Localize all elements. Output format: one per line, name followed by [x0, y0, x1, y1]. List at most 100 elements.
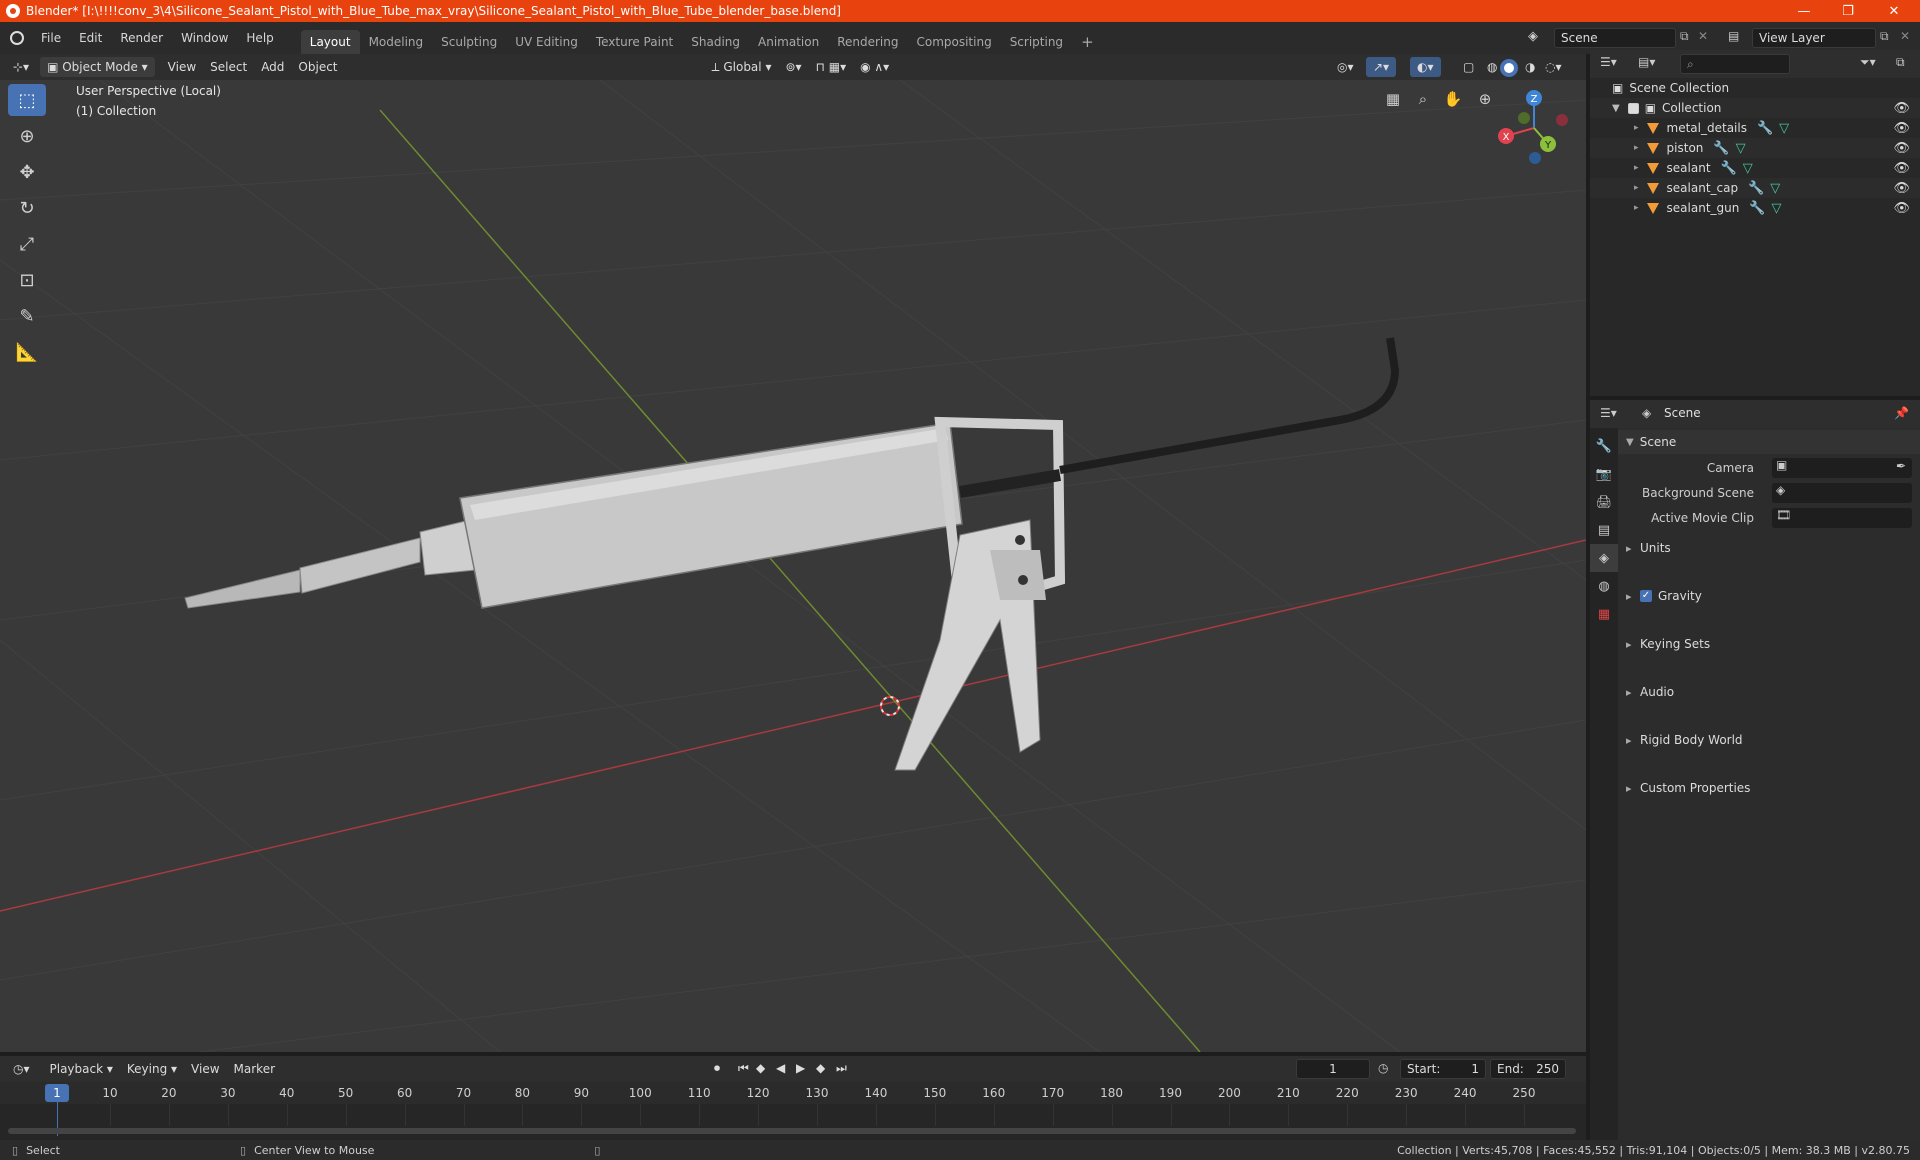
gizmo-toggle-icon[interactable]: ↗▾	[1366, 57, 1397, 77]
collection-checkbox[interactable]	[1627, 102, 1639, 114]
mesh-data-icon[interactable]: ▽	[1779, 121, 1789, 136]
preview-range-icon[interactable]: ◷	[1378, 1061, 1388, 1075]
start-frame-field[interactable]: Start: 1	[1400, 1059, 1486, 1079]
eye-icon[interactable]: 👁	[1893, 141, 1910, 156]
expand-arrow-icon[interactable]: ▸	[1634, 123, 1639, 133]
eye-icon[interactable]: 👁	[1893, 201, 1910, 216]
ortho-toggle-icon[interactable]: ▦	[1380, 86, 1406, 112]
tree-item-object[interactable]: ▸ sealant_cap 🔧 ▽ 👁	[1590, 178, 1920, 198]
jump-keyframe-back-icon[interactable]: ◆	[756, 1061, 765, 1075]
new-collection-icon[interactable]: ⧉	[1896, 55, 1905, 70]
timeline-view-menu[interactable]: View	[184, 1059, 226, 1079]
tree-item-object[interactable]: ▸ piston 🔧 ▽ 👁	[1590, 138, 1920, 158]
camera-view-icon[interactable]: ⌕	[1410, 86, 1436, 112]
display-mode-icon[interactable]: ▤▾	[1638, 55, 1655, 69]
scale-tool-icon[interactable]: ⤢	[8, 228, 46, 260]
orientation-dropdown[interactable]: ⟂ Global ▾	[705, 57, 779, 77]
filter-icon[interactable]: ⏷▾	[1860, 55, 1876, 70]
eye-icon[interactable]: 👁	[1893, 101, 1910, 116]
viewport-menu-view[interactable]: View	[161, 57, 203, 77]
menu-help[interactable]: Help	[237, 22, 282, 54]
move-tool-icon[interactable]: ✥	[8, 156, 46, 188]
tab-uv-editing[interactable]: UV Editing	[506, 30, 587, 54]
scene-icon[interactable]: ◈	[1528, 29, 1538, 44]
gravity-panel[interactable]: ✓ Gravity	[1618, 584, 1920, 608]
modifier-wrench-icon[interactable]: 🔧	[1721, 161, 1737, 176]
expand-arrow-icon[interactable]: ▸	[1634, 143, 1639, 153]
sealant-gun-model[interactable]	[184, 337, 1400, 771]
proportional-edit-icon[interactable]: ◉ ∧▾	[853, 57, 896, 77]
tab-modeling[interactable]: Modeling	[360, 30, 433, 54]
snap-icon[interactable]: ⊓ ▦▾	[809, 57, 854, 77]
mesh-data-icon[interactable]: ▽	[1772, 201, 1782, 216]
jump-end-icon[interactable]: ⏭	[836, 1061, 847, 1076]
object-mode-dropdown[interactable]: ▣ Object Mode ▾	[40, 57, 155, 77]
annotate-tool-icon[interactable]: ✎	[8, 300, 46, 332]
eyedropper-icon[interactable]: ✒	[1896, 459, 1906, 473]
render-tab-icon[interactable]: 📷	[1590, 460, 1618, 488]
rendered-shading-icon[interactable]: ◌▾	[1538, 57, 1569, 77]
jump-start-icon[interactable]: ⏮	[738, 1061, 749, 1076]
pan-hand-icon[interactable]: ✋	[1440, 86, 1466, 112]
modifier-wrench-icon[interactable]: 🔧	[1713, 141, 1729, 156]
measure-tool-icon[interactable]: 📐	[8, 336, 46, 368]
delete-scene-icon[interactable]: ✕	[1698, 29, 1708, 43]
overlays-toggle-icon[interactable]: ◐▾	[1410, 57, 1441, 77]
view-layer-selector[interactable]: View Layer	[1752, 28, 1876, 48]
current-frame-field[interactable]: 1	[1296, 1059, 1370, 1079]
audio-panel[interactable]: Audio	[1618, 680, 1920, 704]
expand-arrow-icon[interactable]: ▸	[1634, 183, 1639, 193]
mesh-data-icon[interactable]: ▽	[1736, 141, 1746, 156]
transform-tool-icon[interactable]: ⊡	[8, 264, 46, 296]
eye-icon[interactable]: 👁	[1893, 161, 1910, 176]
eye-icon[interactable]: 👁	[1893, 121, 1910, 136]
units-panel[interactable]: Units	[1618, 536, 1920, 560]
tab-compositing[interactable]: Compositing	[907, 30, 1000, 54]
world-tab-icon[interactable]: ◍	[1590, 572, 1618, 600]
keying-sets-panel[interactable]: Keying Sets	[1618, 632, 1920, 656]
rigid-body-world-panel[interactable]: Rigid Body World	[1618, 728, 1920, 752]
modifier-wrench-icon[interactable]: 🔧	[1749, 201, 1765, 216]
gravity-checkbox[interactable]: ✓	[1640, 590, 1652, 602]
select-box-tool-icon[interactable]: ⬚	[8, 84, 46, 116]
menu-window[interactable]: Window	[172, 22, 237, 54]
camera-field[interactable]: ▣ ✒	[1772, 458, 1912, 478]
close-button[interactable]: ✕	[1872, 0, 1916, 22]
navigation-gizmo[interactable]: Z X Y	[1492, 86, 1572, 166]
tab-sculpting[interactable]: Sculpting	[432, 30, 506, 54]
timeline-editor-type-icon[interactable]: ◷▾	[6, 1059, 37, 1079]
collapse-arrow-icon[interactable]: ▼	[1612, 103, 1620, 114]
view-layer-tab-icon[interactable]: ▤	[1590, 516, 1618, 544]
expand-arrow-icon[interactable]: ▸	[1634, 203, 1639, 213]
tree-item-collection[interactable]: ▼ ▣ Collection 👁	[1590, 98, 1920, 118]
tab-animation[interactable]: Animation	[749, 30, 828, 54]
modifier-wrench-icon[interactable]: 🔧	[1748, 181, 1764, 196]
3d-cursor[interactable]	[880, 696, 900, 716]
3d-viewport[interactable]: User Perspective (Local) (1) Collection …	[0, 80, 1586, 1052]
maximize-button[interactable]: ❐	[1826, 0, 1870, 22]
scene-section-header[interactable]: ▼ Scene	[1618, 430, 1920, 454]
scene-tab-icon[interactable]: ◈	[1590, 544, 1618, 572]
add-workspace-button[interactable]: +	[1072, 30, 1103, 54]
visibility-icon[interactable]: ◎▾	[1330, 57, 1361, 77]
viewport-menu-object[interactable]: Object	[291, 57, 344, 77]
blender-menu-icon[interactable]	[10, 31, 24, 45]
texture-tab-icon[interactable]: ▦	[1590, 600, 1618, 628]
play-icon[interactable]: ▶	[796, 1061, 805, 1075]
tab-layout[interactable]: Layout	[300, 30, 360, 54]
outliner-search-input[interactable]: ⌕	[1680, 54, 1790, 74]
menu-edit[interactable]: Edit	[70, 22, 111, 54]
modifier-wrench-icon[interactable]: 🔧	[1757, 121, 1773, 136]
tab-texture-paint[interactable]: Texture Paint	[587, 30, 682, 54]
tool-tab-icon[interactable]: 🔧	[1590, 432, 1618, 460]
active-movie-clip-field[interactable]: 🎞	[1772, 508, 1912, 528]
marker-menu[interactable]: Marker	[227, 1059, 282, 1079]
editor-type-icon[interactable]: ⊹▾	[6, 57, 36, 77]
pin-icon[interactable]: 📌	[1894, 406, 1909, 420]
cursor-tool-icon[interactable]: ⊕	[8, 120, 46, 152]
pivot-icon[interactable]: ⊚▾	[778, 57, 808, 77]
expand-arrow-icon[interactable]: ▸	[1634, 163, 1639, 173]
eye-icon[interactable]: 👁	[1893, 181, 1910, 196]
xray-icon[interactable]: ▢	[1456, 57, 1481, 77]
record-button-icon[interactable]: ⏺	[714, 1061, 720, 1076]
